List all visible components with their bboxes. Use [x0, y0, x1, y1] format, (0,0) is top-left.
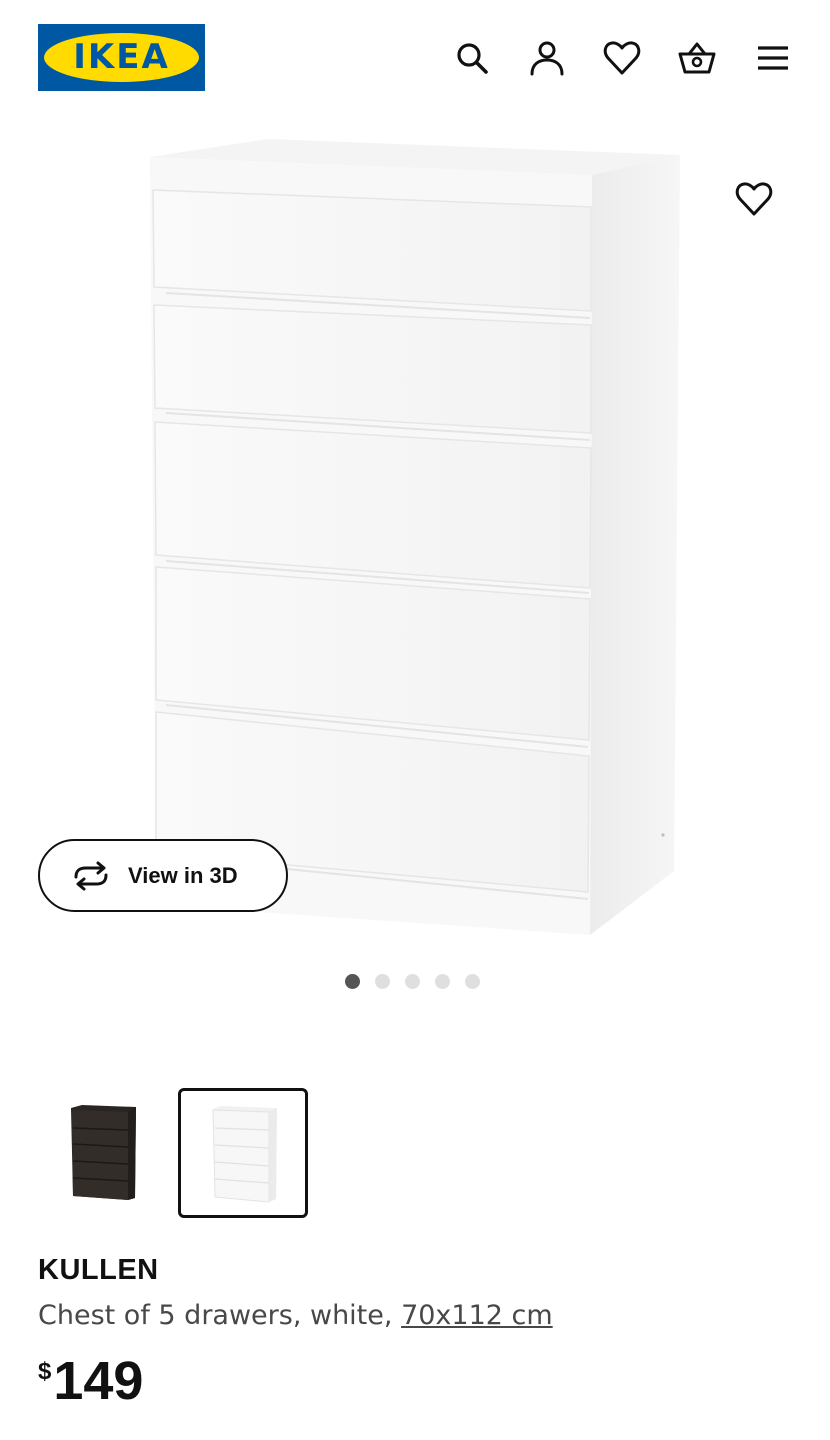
heart-icon — [735, 182, 773, 216]
variant-thumbnail-black-brown[interactable] — [38, 1088, 168, 1218]
black-brown-dresser-thumbnail — [71, 1105, 136, 1200]
add-to-favorites-button[interactable] — [733, 178, 775, 220]
favorites-icon[interactable] — [602, 38, 642, 78]
product-name: KULLEN — [38, 1254, 159, 1286]
logo-registered-mark: ® — [193, 38, 201, 47]
site-header: IKEA ® — [0, 0, 830, 115]
product-description: Chest of 5 drawers, white, 70x112 cm — [38, 1300, 553, 1331]
carousel-dot-5[interactable] — [465, 974, 480, 989]
menu-icon[interactable] — [753, 38, 793, 78]
product-main-image[interactable] — [0, 115, 830, 955]
view-in-3d-button[interactable]: View in 3D — [38, 839, 288, 912]
product-price: $ 149 — [38, 1350, 143, 1412]
ikea-logo[interactable]: IKEA ® — [38, 24, 205, 91]
carousel-pagination — [345, 974, 495, 990]
price-amount: 149 — [53, 1351, 144, 1411]
basket-icon[interactable] — [677, 38, 717, 78]
white-dresser-thumbnail — [212, 1106, 277, 1203]
variant-thumbnail-white[interactable] — [178, 1088, 308, 1218]
carousel-dot-1[interactable] — [345, 974, 360, 989]
account-icon[interactable] — [527, 38, 567, 78]
carousel-dot-2[interactable] — [375, 974, 390, 989]
product-description-text: Chest of 5 drawers, white, — [38, 1300, 402, 1331]
price-currency: $ — [38, 1358, 52, 1385]
logo-oval: IKEA — [44, 33, 199, 82]
white-dresser-illustration — [150, 139, 680, 935]
view-in-3d-label: View in 3D — [128, 862, 238, 888]
product-size-link[interactable]: 70x112 cm — [401, 1300, 553, 1331]
carousel-dot-3[interactable] — [405, 974, 420, 989]
logo-text: IKEA — [73, 37, 170, 77]
rotate-icon — [70, 861, 112, 891]
search-icon[interactable] — [452, 38, 492, 78]
carousel-dot-4[interactable] — [435, 974, 450, 989]
